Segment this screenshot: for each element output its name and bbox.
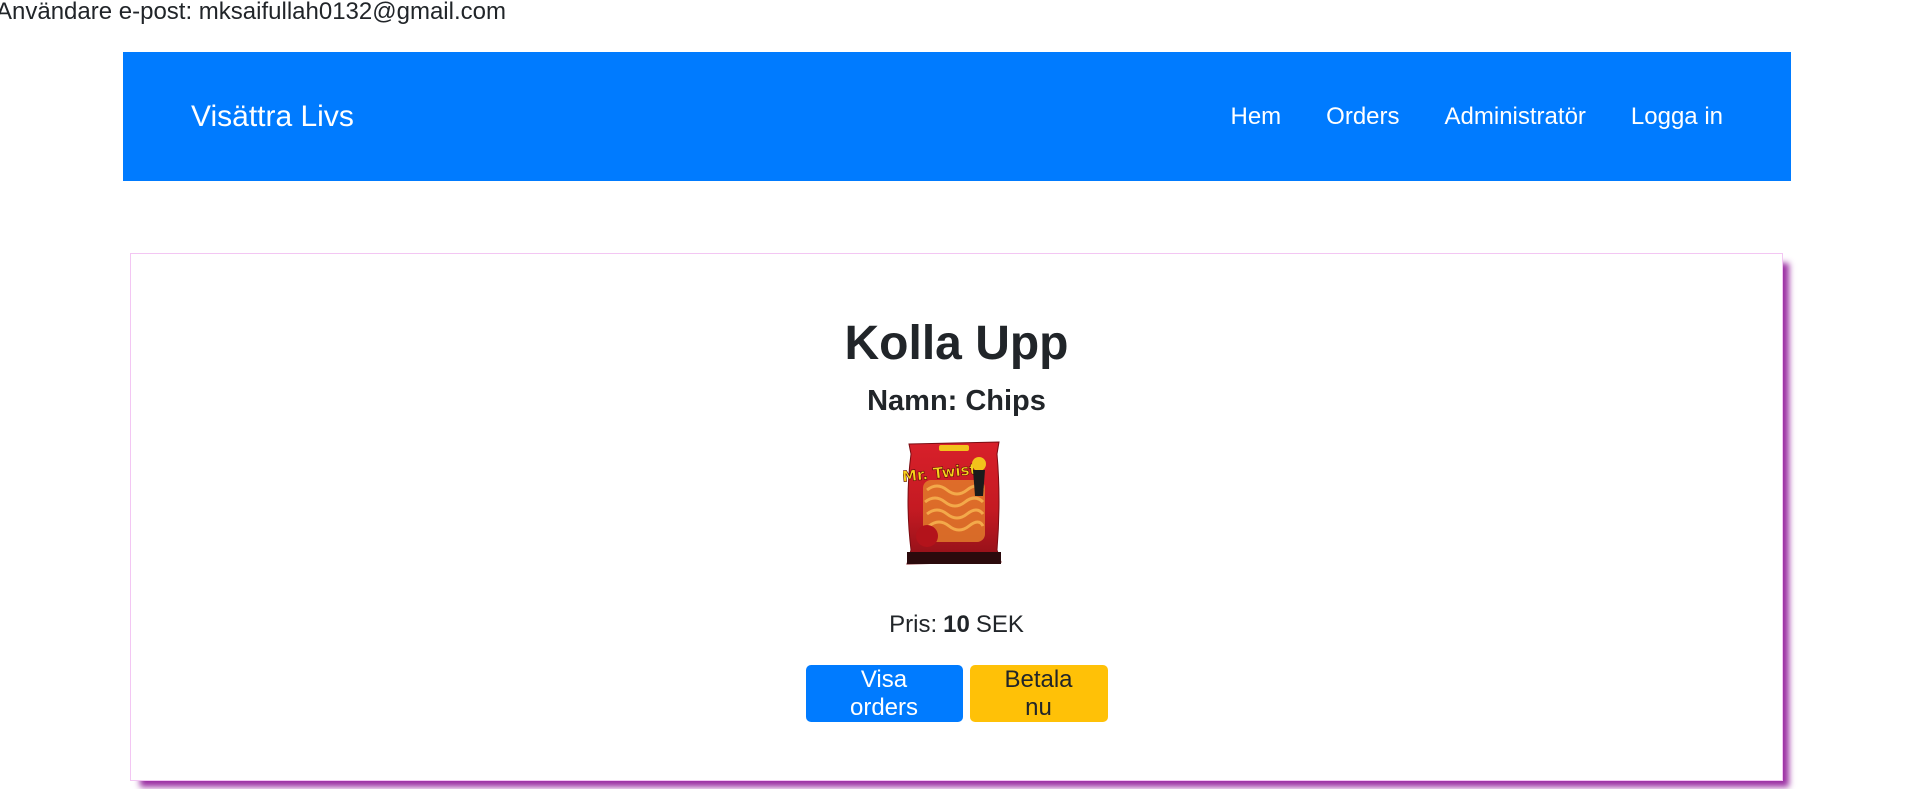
nav-links: Hem Orders Administratör Logga in (1231, 103, 1724, 131)
user-email-line: Användare e-post: mksaifullah0132@gmail.… (0, 0, 506, 26)
product-name-value: Chips (965, 385, 1046, 417)
price-currency: SEK (975, 611, 1024, 638)
chips-bag-image: Mr. Twist (903, 441, 1002, 565)
price-value: 10 (943, 611, 970, 638)
nav-link-orders[interactable]: Orders (1326, 103, 1399, 131)
nav-link-login[interactable]: Logga in (1631, 103, 1723, 131)
brand-link[interactable]: Visättra Livs (191, 100, 354, 134)
product-name: Namn: Chips (131, 384, 1782, 418)
price-line: Pris: 10 SEK (131, 611, 1782, 639)
user-email-value: mksaifullah0132@gmail.com (198, 0, 506, 25)
view-orders-button[interactable]: Visa orders (805, 665, 963, 722)
checkout-card: Kolla Upp Namn: Chips Mr. Twist Pris: 10 SE… (130, 253, 1783, 781)
nav-link-admin[interactable]: Administratör (1445, 103, 1586, 131)
page-title: Kolla Upp (844, 317, 1069, 370)
action-buttons: Visa orders Betala nu (131, 665, 1782, 722)
navbar: Visättra Livs Hem Orders Administratör L… (123, 52, 1791, 181)
user-email-label: Användare e-post: (0, 0, 193, 25)
pay-now-button[interactable]: Betala nu (969, 665, 1108, 722)
price-label: Pris: (889, 611, 938, 638)
product-name-label: Namn: (867, 385, 958, 417)
nav-link-home[interactable]: Hem (1231, 103, 1282, 131)
